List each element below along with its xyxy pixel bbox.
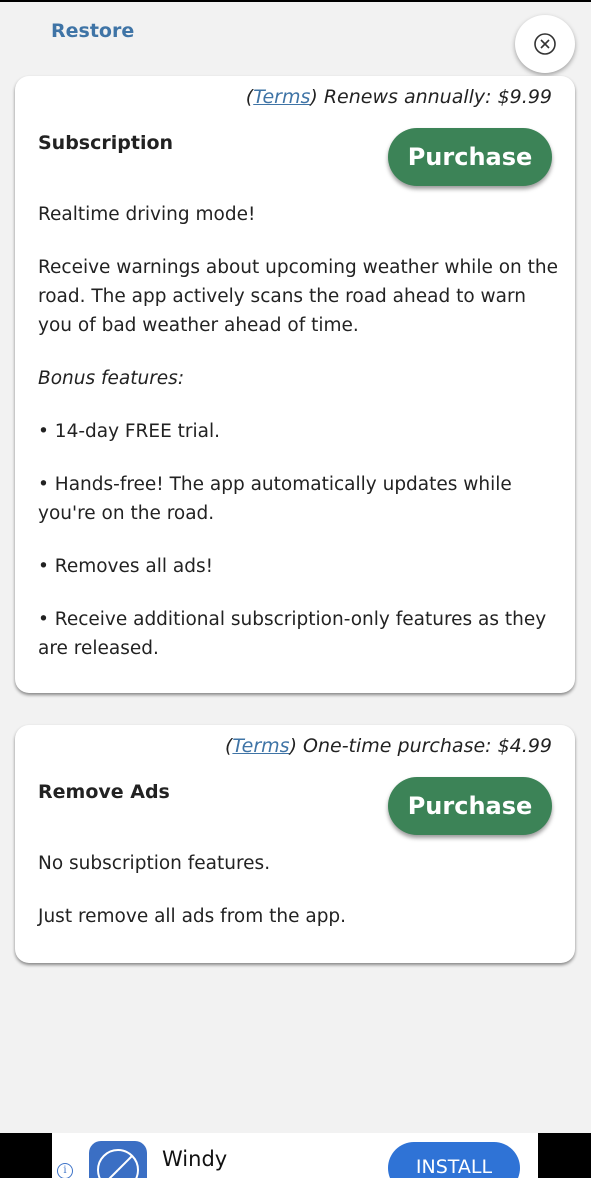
ad-banner[interactable]: i Windy INSTALL (52, 1133, 538, 1178)
ad-info-icon[interactable]: i (57, 1163, 73, 1178)
close-button[interactable] (515, 15, 575, 73)
subscription-purchase-button[interactable]: Purchase (388, 128, 552, 186)
ad-app-name: Windy (162, 1147, 228, 1171)
remove-ads-line-2: Just remove all ads from the app. (38, 906, 347, 927)
remove-ads-line-1: No subscription features. (38, 853, 271, 874)
remove-ads-card: (Terms) One-time purchase: $4.99 Remove … (15, 725, 575, 963)
ad-install-button[interactable]: INSTALL (388, 1142, 520, 1178)
close-circle-icon (534, 33, 556, 55)
remove-ads-purchase-button[interactable]: Purchase (388, 777, 552, 835)
bonus-features-heading: Bonus features: (38, 368, 185, 389)
subscription-description: Realtime driving mode! Receive warnings … (38, 200, 558, 687)
bonus-item-hands-free: • Hands-free! The app automatically upda… (38, 474, 512, 524)
bonus-item-trial: • 14-day FREE trial. (38, 421, 221, 442)
subscription-terms-link[interactable]: Terms (253, 86, 310, 108)
remove-ads-price-text: ) One-time purchase: $4.99 (289, 735, 552, 757)
bonus-item-no-ads: • Removes all ads! (38, 556, 214, 577)
radar-icon (97, 1149, 139, 1178)
restore-button[interactable]: Restore (51, 20, 134, 42)
subscription-price-line: (Terms) Renews annually: $9.99 (246, 86, 552, 108)
feature-headline: Realtime driving mode! (38, 204, 256, 225)
remove-ads-title: Remove Ads (38, 781, 170, 803)
subscription-card: (Terms) Renews annually: $9.99 Subscript… (15, 76, 575, 693)
remove-ads-price-line: (Terms) One-time purchase: $4.99 (225, 735, 552, 757)
bonus-item-extra-features: • Receive additional subscription-only f… (38, 609, 547, 659)
top-edge-line (0, 0, 591, 2)
remove-ads-description: No subscription features. Just remove al… (38, 849, 558, 955)
feature-description: Receive warnings about upcoming weather … (38, 257, 559, 336)
remove-ads-terms-link[interactable]: Terms (232, 735, 289, 757)
subscription-price-text: ) Renews annually: $9.99 (310, 86, 552, 108)
windy-app-icon (89, 1141, 147, 1178)
subscription-title: Subscription (38, 132, 174, 154)
